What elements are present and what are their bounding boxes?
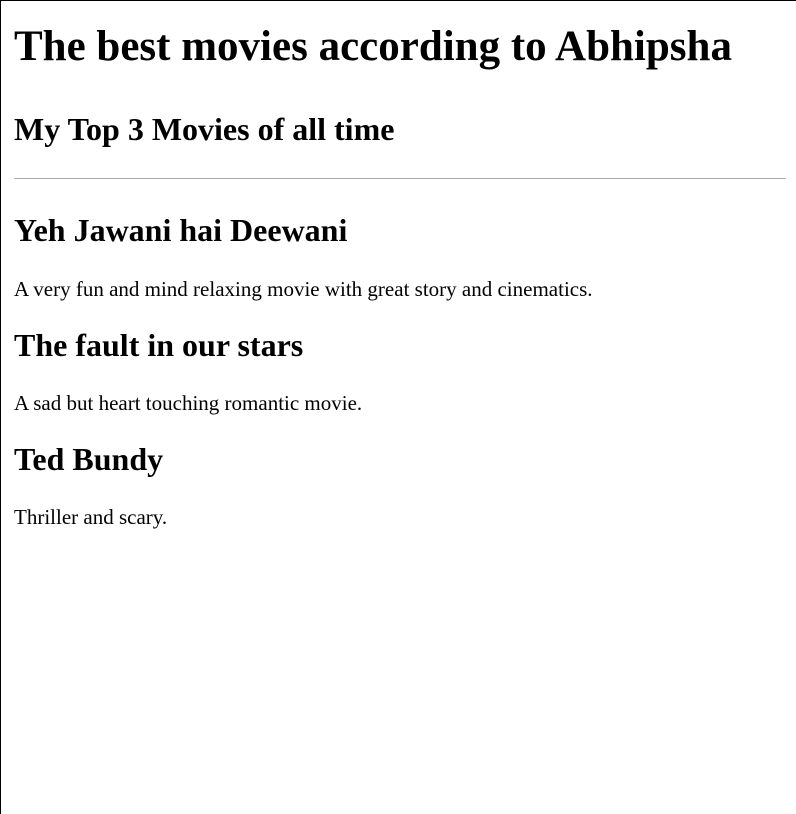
page-subtitle: My Top 3 Movies of all time (14, 111, 395, 147)
section-divider (14, 178, 786, 179)
page-content: The best movies according to Abhipsha My… (14, 20, 786, 530)
movie-description: Thriller and scary. (14, 505, 168, 529)
movie-title: Ted Bundy (14, 441, 164, 477)
movie-item: The fault in our stars A sad but heart t… (14, 326, 786, 416)
browser-viewport: The best movies according to Abhipsha My… (0, 0, 796, 814)
movie-description: A sad but heart touching romantic movie. (14, 391, 363, 415)
movie-description: A very fun and mind relaxing movie with … (14, 277, 593, 301)
movie-item: Ted Bundy Thriller and scary. (14, 440, 786, 530)
movie-item: Yeh Jawani hai Deewani A very fun and mi… (14, 211, 786, 302)
page-title: The best movies according to Abhipsha (14, 23, 732, 70)
movie-title: The fault in our stars (14, 327, 304, 363)
movie-title: Yeh Jawani hai Deewani (14, 212, 348, 248)
